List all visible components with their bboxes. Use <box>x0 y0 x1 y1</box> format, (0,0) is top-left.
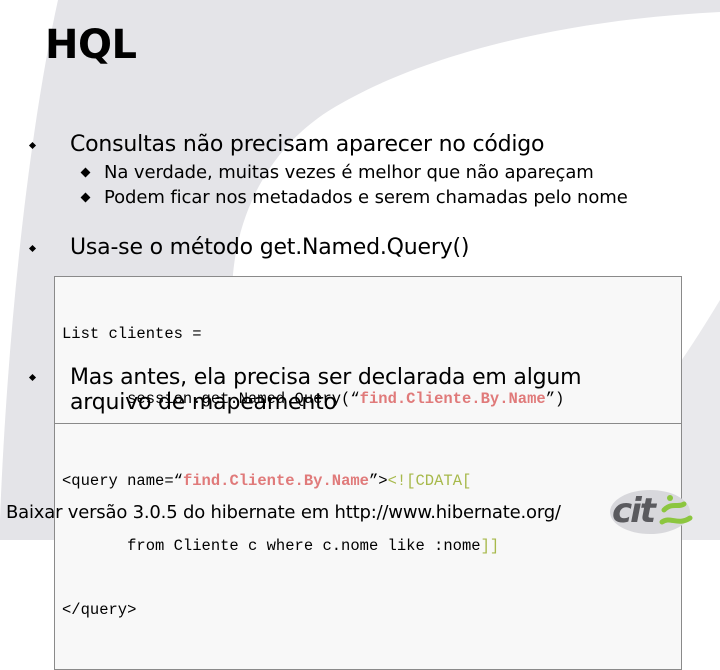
code-cdata: ]] <box>480 536 500 555</box>
code-line: from Cliente c where c.nome like :nome]] <box>62 536 681 558</box>
bullet-text: Mas antes, ela precisa ser declarada em … <box>70 365 582 415</box>
code-text: </query> <box>62 601 137 619</box>
slide-title: HQL <box>45 22 137 68</box>
code-block-query-mapping: <query name=“find.Cliente.By.Name”><![CD… <box>54 423 682 670</box>
bullet-icon <box>28 244 37 253</box>
logo-text: cit <box>612 491 658 531</box>
bullet-text: Consultas não precisam aparecer no códig… <box>70 132 545 157</box>
logo-dot <box>667 495 673 501</box>
footer-download-note: Baixar versão 3.0.5 do hibernate em http… <box>6 502 561 523</box>
code-quote: ” <box>368 472 379 490</box>
code-text: <query name= <box>62 472 174 490</box>
bullet-icon <box>28 373 37 382</box>
cit-logo-icon: cit <box>610 490 693 534</box>
bullet-text: Usa-se o método get.Named.Query() <box>70 235 470 260</box>
sub-bullet-text: Podem ficar nos metadados e serem chamad… <box>104 187 628 208</box>
code-text: from Cliente c where c.nome like :nome <box>62 536 481 555</box>
code-string: find.Cliente.By.Name <box>182 472 369 490</box>
sub-bullet-icon <box>80 192 91 203</box>
code-text: List clientes = <box>62 325 202 343</box>
bullet-icon <box>28 141 37 150</box>
code-quote: “ <box>173 472 183 490</box>
sub-bullet-icon <box>80 167 91 178</box>
code-text: > <box>378 472 388 490</box>
code-line: List clientes = <box>62 324 681 346</box>
code-cdata: <![CDATA[ <box>387 472 472 490</box>
code-line: </query> <box>62 600 681 622</box>
code-line: <query name=“find.Cliente.By.Name”><![CD… <box>62 471 681 493</box>
slide: HQL Consultas não precisam aparecer no c… <box>0 0 720 670</box>
sub-bullet-text: Na verdade, muitas vezes é melhor que nã… <box>104 162 594 183</box>
